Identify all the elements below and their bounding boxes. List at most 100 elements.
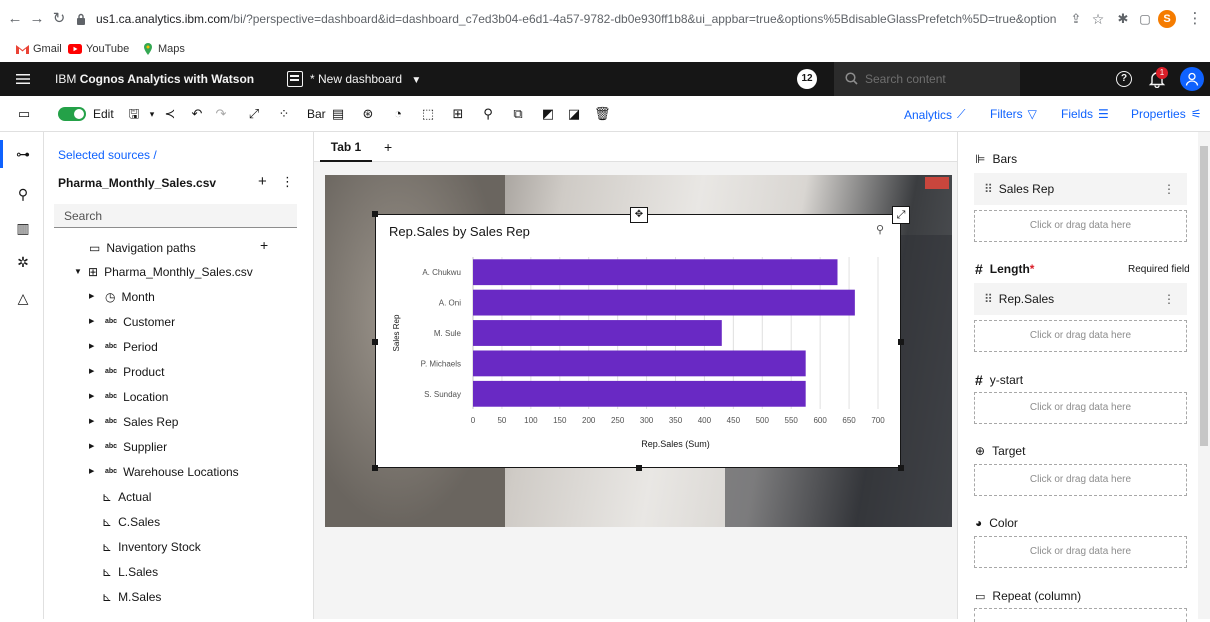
field-row[interactable]: ▶ abc Period <box>89 337 158 357</box>
user-avatar[interactable] <box>1180 67 1204 91</box>
extensions-icon[interactable]: ✱ <box>1114 10 1132 28</box>
scatter-icon[interactable]: ⁘ <box>276 106 292 122</box>
profile-avatar[interactable]: S <box>1158 10 1176 28</box>
browser-menu-icon[interactable]: ⋮ <box>1186 10 1204 28</box>
field-label: Period <box>123 340 158 354</box>
assets-icon[interactable]: ✲ <box>14 253 32 271</box>
chevron-down-icon[interactable]: ▾ <box>144 106 160 122</box>
hamburger-menu-icon[interactable] <box>16 73 30 85</box>
visualizations-icon[interactable]: ▥ <box>14 219 32 237</box>
measure-row[interactable]: ⊾ M.Sales <box>102 587 161 607</box>
properties-scrollbar[interactable] <box>1198 132 1210 619</box>
content-search[interactable]: Search content <box>834 62 1020 96</box>
bar-chart-icon[interactable]: ▤ <box>330 106 346 122</box>
edit-toggle[interactable] <box>58 107 86 121</box>
send-back-icon[interactable]: ◪ <box>566 106 582 122</box>
insight-bulb-icon[interactable]: ⚲ <box>876 223 884 236</box>
notifications-bell-icon[interactable]: 1 <box>1148 67 1168 88</box>
breadcrumb[interactable]: Selected sources / <box>58 148 157 162</box>
chart-type-label[interactable]: Bar <box>307 107 326 121</box>
length-field-slot[interactable]: ⠿ Rep.Sales ⋮ <box>974 283 1187 315</box>
forward-icon[interactable]: → <box>28 10 46 28</box>
color-drop-zone[interactable]: Click or drag data here <box>974 536 1187 568</box>
reload-icon[interactable]: ↻ <box>50 10 68 28</box>
bars-drop-zone[interactable]: Click or drag data here <box>974 210 1187 242</box>
filters-button[interactable]: Filters ▽ <box>990 107 1037 121</box>
measure-label: M.Sales <box>118 590 162 604</box>
source-search-input[interactable]: Search <box>54 204 297 228</box>
bookmark-gmail[interactable]: Gmail <box>16 42 62 56</box>
overflow-menu-icon[interactable]: ⋮ <box>281 174 294 190</box>
pin-icon[interactable]: ⚲ <box>480 106 496 122</box>
bar-chart-widget[interactable]: ✥ ⤢ ⚲ Rep.Sales by Sales Rep A. Chukwu A.… <box>372 206 910 471</box>
measure-row[interactable]: ⊾ C.Sales <box>102 512 160 532</box>
category-label: M. Sule <box>434 329 462 338</box>
field-row[interactable]: ▶ abc Warehouse Locations <box>89 462 239 482</box>
bookmark-youtube[interactable]: YouTube <box>68 42 129 56</box>
chart-title: Rep.Sales by Sales Rep <box>389 224 530 239</box>
resize-handle[interactable] <box>372 211 378 217</box>
shapes-icon[interactable]: △ <box>14 289 32 307</box>
length-drop-zone[interactable]: Click or drag data here <box>974 320 1187 352</box>
side-panel-icon[interactable]: ▢ <box>1136 10 1154 28</box>
x-tick-label: 650 <box>842 416 856 425</box>
dashboard-name[interactable]: * New dashboard ▼ <box>310 72 421 86</box>
bars-field-slot[interactable]: ⠿ Sales Rep ⋮ <box>974 173 1187 205</box>
field-row[interactable]: ▶ ◷ Month <box>89 287 155 307</box>
field-row[interactable]: ▶ abc Customer <box>89 312 175 332</box>
share-icon[interactable]: ≺ <box>162 106 178 122</box>
add-tab-button[interactable]: + <box>384 139 392 155</box>
add-path-icon[interactable]: + <box>260 237 268 253</box>
x-tick-label: 350 <box>669 416 683 425</box>
repeat-drop-zone[interactable] <box>974 608 1187 622</box>
expand-icon[interactable]: ⤢ <box>246 106 262 122</box>
add-source-icon[interactable]: + <box>258 173 267 190</box>
bring-front-icon[interactable]: ◩ <box>540 106 556 122</box>
notification-badge[interactable]: 12 <box>797 69 817 89</box>
field-row[interactable]: ▶ abc Product <box>89 362 164 382</box>
globe-icon[interactable]: ⊛ <box>360 106 376 122</box>
dashboard-name-text: * New dashboard <box>310 72 403 86</box>
folder-icon: ▭ <box>89 241 101 255</box>
address-bar[interactable]: us1.ca.analytics.ibm.com/bi/?perspective… <box>96 8 1056 30</box>
measure-row[interactable]: ⊾ L.Sales <box>102 562 158 582</box>
measure-row[interactable]: ⊾ Inventory Stock <box>102 537 201 557</box>
pin-icon[interactable]: ⚲ <box>14 185 32 203</box>
data-sources-icon[interactable]: ⊶ <box>14 145 32 163</box>
fields-button[interactable]: Fields ☰ <box>1061 107 1109 121</box>
field-row[interactable]: ▶ abc Location <box>89 387 168 407</box>
field-row[interactable]: ▶ abc Supplier <box>89 437 167 457</box>
overflow-menu-icon[interactable]: ⋮ <box>1163 283 1175 315</box>
star-icon[interactable]: ☆ <box>1089 10 1107 28</box>
tab-1[interactable]: Tab 1 <box>320 132 372 162</box>
timer-icon[interactable]: ◔ <box>390 106 406 122</box>
comment-icon[interactable]: ▭ <box>16 106 32 122</box>
table-icon[interactable]: ⊞ <box>450 106 466 122</box>
save-icon[interactable]: 🖫 <box>126 106 142 122</box>
select-area-icon[interactable]: ⬚ <box>420 106 436 122</box>
maximize-icon[interactable]: ⤢ <box>892 206 910 224</box>
lock-icon[interactable] <box>76 13 86 25</box>
analytics-label: Analytics <box>904 107 953 122</box>
bar <box>473 259 838 286</box>
measure-row[interactable]: ⊾ Actual <box>102 487 151 507</box>
copy-icon[interactable]: ⧉ <box>510 106 526 122</box>
ystart-drop-zone[interactable]: Click or drag data here <box>974 392 1187 424</box>
move-icon[interactable]: ✥ <box>630 207 648 223</box>
redo-icon[interactable]: ↷ <box>213 106 229 122</box>
overflow-menu-icon[interactable]: ⋮ <box>1163 173 1175 205</box>
source-node[interactable]: ▼ ⊞ Pharma_Monthly_Sales.csv <box>74 262 253 282</box>
delete-icon[interactable]: 🗑 <box>594 106 611 122</box>
help-icon[interactable]: ? <box>1116 71 1132 87</box>
share-icon[interactable]: ⇪ <box>1067 10 1085 28</box>
bookmark-maps[interactable]: Maps <box>142 42 185 56</box>
field-row[interactable]: ▶ abc Sales Rep <box>89 412 178 432</box>
back-icon[interactable]: ← <box>6 10 24 28</box>
bookmarks-bar: Gmail YouTube Maps <box>0 38 1210 60</box>
undo-icon[interactable]: ↶ <box>189 106 205 122</box>
app-title[interactable]: IBM Cognos Analytics with Watson <box>55 72 254 86</box>
analytics-button[interactable]: Analytics ⟋ <box>904 107 965 122</box>
properties-button[interactable]: Properties ⚟ <box>1131 107 1201 121</box>
target-drop-zone[interactable]: Click or drag data here <box>974 464 1187 496</box>
navigation-paths-row[interactable]: ▭ Navigation paths <box>89 238 196 258</box>
